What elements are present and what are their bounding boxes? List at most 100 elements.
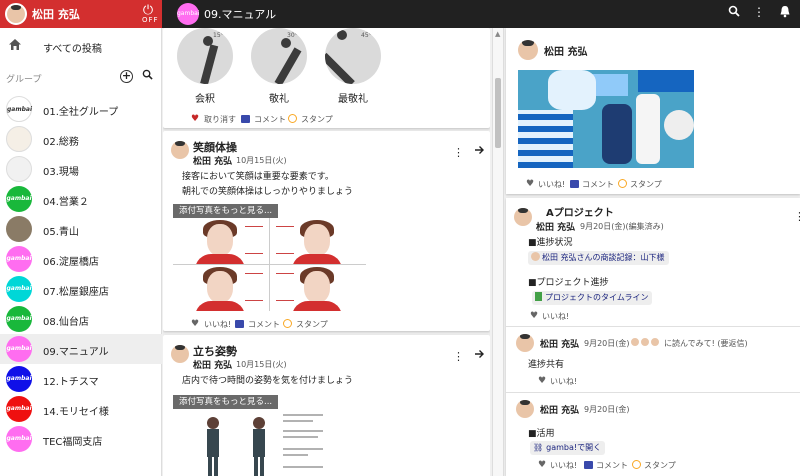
reply-author[interactable]: 松田 充弘	[540, 337, 579, 350]
section-heading: ■進捗状況	[528, 238, 573, 248]
post-date: 9月20日(金)(編集済み)	[580, 222, 664, 231]
bow-illustration-15: 15°	[177, 28, 233, 84]
post-card[interactable]: 立ち姿勢 松田 充弘 10月15日(火) ⋮ 店内で待つ時間の姿勢を気を付けまし…	[163, 335, 490, 476]
open-in-gamba-chip[interactable]: ⛓ gamba!で開く	[530, 441, 606, 455]
current-user-block[interactable]: 松田 充弘 ⏻ OFF	[0, 0, 162, 28]
stamp-icon[interactable]	[618, 179, 627, 188]
group-icon: gambai	[6, 366, 32, 392]
arrow-right-icon[interactable]	[474, 349, 484, 362]
bow-angle: 15°	[213, 32, 224, 39]
cleaning-supplies-photo[interactable]	[518, 70, 694, 168]
stamp-icon[interactable]	[288, 114, 297, 123]
like-button[interactable]: いいね!	[204, 319, 231, 330]
mentioned-user-avatar	[650, 337, 660, 347]
bell-icon[interactable]	[777, 5, 793, 23]
divider	[506, 326, 800, 327]
more-photos-link[interactable]: 添付写真をもっと見る...	[173, 204, 279, 218]
mentioned-user-avatar	[630, 337, 640, 347]
post-card[interactable]: 笑顔体操 松田 充弘 10月15日(火) ⋮ 接客において笑顔は重要な要素です。…	[163, 131, 490, 331]
linked-record-chip[interactable]: 松田 充弘さんの商談記録：山下様	[528, 251, 669, 265]
stamp-button[interactable]: スタンプ	[644, 460, 676, 471]
unlike-button[interactable]: 取り消す	[204, 114, 236, 125]
heart-icon[interactable]: ♥	[538, 460, 546, 470]
sidebar-item-group[interactable]: gambai 06.淀屋橋店	[0, 244, 162, 274]
stamp-button[interactable]: スタンプ	[296, 319, 328, 330]
post-author[interactable]: 松田 充弘	[193, 154, 232, 167]
comment-button[interactable]: コメント	[248, 319, 280, 330]
power-icon[interactable]: ⏻ OFF	[140, 3, 158, 24]
group-icon	[6, 216, 32, 242]
user-avatar[interactable]	[5, 3, 27, 25]
post-actions: ♥ 取り消す コメント スタンプ	[163, 114, 490, 128]
more-vert-icon[interactable]: ⋮	[453, 350, 464, 363]
feed-scrollbar[interactable]: ▲	[492, 28, 504, 476]
search-group-icon[interactable]	[142, 69, 153, 83]
stamp-icon[interactable]	[283, 319, 292, 328]
more-vert-icon[interactable]: ⋮	[794, 210, 800, 223]
post-author[interactable]: 松田 充弘	[193, 358, 232, 371]
author-avatar[interactable]	[171, 141, 189, 159]
comment-icon[interactable]	[241, 115, 250, 123]
post-actions: ♥ いいね!	[506, 311, 800, 325]
heart-icon[interactable]: ♥	[191, 114, 199, 124]
reply-author-avatar[interactable]	[516, 334, 534, 352]
link-icon: ⛓	[533, 443, 544, 452]
search-icon[interactable]	[726, 5, 742, 23]
heart-icon[interactable]: ♥	[530, 311, 538, 321]
comment-button[interactable]: コメント	[596, 460, 628, 471]
sidebar-item-group[interactable]: gambai 14.モリセイ様	[0, 394, 162, 424]
sidebar-item-group[interactable]: gambai 12.トチスマ	[0, 364, 162, 394]
heart-icon[interactable]: ♥	[191, 319, 199, 329]
author-avatar[interactable]	[171, 345, 189, 363]
more-vert-icon[interactable]: ⋮	[453, 146, 464, 159]
like-button[interactable]: いいね!	[542, 311, 569, 322]
like-button[interactable]: いいね!	[550, 460, 577, 471]
reply-date: 9月20日(金)	[584, 339, 630, 348]
sidebar-item-group[interactable]: 03.現場	[0, 154, 162, 184]
stamp-button[interactable]: スタンプ	[630, 179, 662, 190]
scrollbar-thumb[interactable]	[495, 78, 501, 148]
sidebar-item-group[interactable]: gambai 04.営業２	[0, 184, 162, 214]
post-author[interactable]: 松田 充弘	[536, 220, 575, 233]
sidebar-item-group-active[interactable]: gambai 09.マニュアル	[0, 334, 162, 364]
like-button[interactable]: いいね!	[538, 179, 565, 190]
attached-photos[interactable]: 添付写真をもっと見る...	[173, 204, 366, 311]
heart-icon[interactable]: ♥	[526, 179, 534, 189]
group-label: 08.仙台店	[43, 317, 89, 328]
comment-icon[interactable]	[584, 461, 593, 469]
heart-icon[interactable]: ♥	[538, 376, 546, 386]
stamp-icon[interactable]	[632, 460, 641, 469]
reply-author[interactable]: 松田 充弘	[540, 403, 579, 416]
sidebar-item-group[interactable]: 02.総務	[0, 124, 162, 154]
bow-illustration-30: 30°	[251, 28, 307, 84]
group-icon: gambai	[6, 246, 32, 272]
linked-sheet-chip[interactable]: プロジェクトのタイムライン	[532, 291, 653, 305]
attached-photos[interactable]: 添付写真をもっと見る...	[173, 395, 366, 476]
post-author[interactable]: 松田 充弘	[544, 43, 587, 58]
reply-author-avatar[interactable]	[516, 400, 534, 418]
comment-icon[interactable]	[570, 180, 579, 188]
stamp-button[interactable]: スタンプ	[301, 114, 333, 125]
more-vert-icon[interactable]: ⋮	[751, 5, 767, 23]
group-icon: gambai	[6, 276, 32, 302]
post-card[interactable]: 松田 充弘 ♥ いいね! コメント スタンプ	[506, 28, 800, 194]
author-avatar[interactable]	[514, 208, 532, 226]
more-photos-link[interactable]: 添付写真をもっと見る...	[173, 395, 279, 409]
arrow-right-icon[interactable]	[474, 145, 484, 158]
comment-icon[interactable]	[235, 320, 244, 328]
sidebar-item-all-posts[interactable]: すべての投稿	[0, 28, 162, 64]
sidebar-item-group[interactable]: gambai 08.仙台店	[0, 304, 162, 334]
smile-exercise-photo	[173, 218, 366, 311]
post-card[interactable]: Aプロジェクト 松田 充弘 9月20日(金)(編集済み) ⋮ ■進捗状況 松田 …	[506, 198, 800, 476]
like-button[interactable]: いいね!	[550, 376, 577, 387]
sidebar-item-group[interactable]: gambai 01.全社グループ	[0, 94, 162, 124]
add-group-icon[interactable]: +	[120, 70, 133, 83]
sidebar-item-group[interactable]: gambai TEC福岡支店	[0, 424, 162, 454]
scroll-up-icon[interactable]: ▲	[495, 30, 500, 38]
sidebar-item-group[interactable]: 05.青山	[0, 214, 162, 244]
comment-button[interactable]: コメント	[254, 114, 286, 125]
author-avatar[interactable]	[518, 40, 538, 60]
comment-button[interactable]: コメント	[582, 179, 614, 190]
sidebar-item-group[interactable]: gambai 07.松屋銀座店	[0, 274, 162, 304]
sheet-icon	[535, 292, 542, 301]
